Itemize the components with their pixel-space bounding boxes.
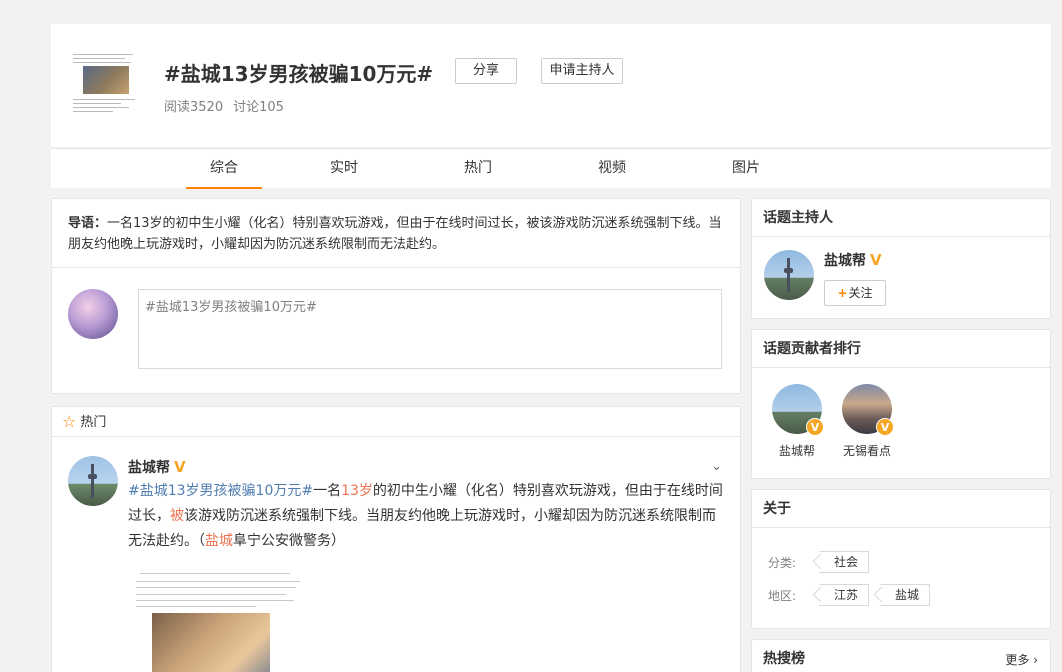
- apply-host-button[interactable]: 申请主持人: [541, 58, 623, 84]
- read-count: 阅读3520: [164, 100, 224, 115]
- post-highlight: 13岁: [341, 483, 373, 499]
- plus-icon: +: [837, 286, 848, 300]
- post-image[interactable]: [132, 567, 312, 672]
- feed-section-label: 热门: [80, 415, 107, 430]
- tab-comprehensive[interactable]: 综合: [186, 149, 262, 189]
- post-highlight: 盐城: [205, 533, 233, 549]
- host-avatar[interactable]: [764, 250, 814, 300]
- topic-tabs: 综合 实时 热门 视频 图片: [51, 148, 1051, 189]
- topic-thumbnail: [69, 49, 141, 121]
- tab-video[interactable]: 视频: [574, 149, 650, 189]
- category-label: 分类:: [768, 556, 797, 570]
- more-label[interactable]: 更多: [1005, 653, 1029, 667]
- post-text-segment: 一名: [313, 483, 342, 499]
- ranking-card-title: 话题贡献者排行: [752, 330, 1050, 368]
- verified-icon: V: [870, 251, 882, 269]
- topic-title: #盐城13岁男孩被骗10万元#: [164, 62, 434, 86]
- host-name-label[interactable]: 盐城帮: [824, 253, 866, 269]
- region-tag[interactable]: 盐城: [880, 584, 931, 606]
- user-avatar[interactable]: [68, 289, 118, 339]
- topic-guide: 导语：一名13岁的初中生小耀（化名）特别喜欢玩游戏，但由于在线时间过长，被该游戏…: [51, 198, 741, 268]
- tab-hot[interactable]: 热门: [440, 149, 516, 189]
- tab-images[interactable]: 图片: [708, 149, 784, 189]
- region-tag[interactable]: 江苏: [819, 584, 870, 606]
- chevron-down-icon[interactable]: ⌄: [711, 459, 722, 474]
- follow-button[interactable]: +关注: [824, 280, 886, 306]
- topic-host-card: 话题主持人 盐城帮 V +关注: [751, 198, 1051, 319]
- composer-input[interactable]: #盐城13岁男孩被骗10万元#: [138, 289, 722, 369]
- post-text: #盐城13岁男孩被骗10万元#一名13岁的初中生小耀（化名）特别喜欢玩游戏，但由…: [128, 479, 728, 554]
- contributor-item[interactable]: V 无锡看点: [827, 384, 907, 459]
- discussion-count: 讨论105: [233, 100, 284, 115]
- more-link[interactable]: 更多 ›: [1005, 651, 1038, 668]
- contributor-name[interactable]: 无锡看点: [827, 442, 907, 459]
- post-author-name[interactable]: 盐城帮 V: [128, 457, 186, 477]
- feed-header: ☆ 热门: [52, 407, 740, 437]
- category-tag[interactable]: 社会: [819, 551, 870, 573]
- post-hashtag-link[interactable]: #盐城13岁男孩被骗10万元#: [128, 483, 313, 499]
- guide-text: 一名13岁的初中生小耀（化名）特别喜欢玩游戏，但由于在线时间过长，被该游戏防沉迷…: [68, 216, 722, 252]
- post-highlight: 被: [170, 508, 184, 524]
- hot-feed: ☆ 热门 盐城帮 V ⌄ #盐城13岁男孩被骗10万元#一名13岁的初中生小耀（化名…: [51, 406, 741, 672]
- topic-stats: 阅读3520 讨论105: [164, 96, 284, 115]
- contributor-ranking-card: 话题贡献者排行 V 盐城帮 V 无锡看点: [751, 329, 1051, 479]
- verified-icon: V: [876, 418, 894, 436]
- verified-icon: V: [806, 418, 824, 436]
- about-card: 关于 分类: 社会 地区: 江苏 盐城: [751, 489, 1051, 629]
- star-icon: ☆: [62, 412, 77, 431]
- topic-header: #盐城13岁男孩被骗10万元# 分享 申请主持人 阅读3520 讨论105: [51, 24, 1051, 147]
- post-text-segment: 阜宁公安微警务）: [233, 533, 345, 549]
- chevron-right-icon: ›: [1033, 653, 1038, 667]
- hot-search-card: 热搜榜 更多 ›: [751, 639, 1051, 672]
- contributor-avatar[interactable]: V: [772, 384, 824, 436]
- region-label: 地区:: [768, 589, 797, 603]
- follow-label: 关注: [848, 286, 873, 300]
- share-button[interactable]: 分享: [455, 58, 517, 84]
- tab-realtime[interactable]: 实时: [306, 149, 382, 189]
- post-author-avatar[interactable]: [68, 456, 118, 506]
- about-card-title: 关于: [752, 490, 1050, 528]
- contributor-avatar[interactable]: V: [842, 384, 894, 436]
- contributor-item[interactable]: V 盐城帮: [757, 384, 837, 459]
- host-name[interactable]: 盐城帮 V: [824, 250, 882, 270]
- host-card-title: 话题主持人: [752, 199, 1050, 237]
- verified-icon: V: [174, 458, 186, 476]
- guide-label: 导语：: [68, 216, 108, 231]
- post-composer: #盐城13岁男孩被骗10万元#: [51, 268, 741, 394]
- contributor-name[interactable]: 盐城帮: [757, 442, 837, 459]
- post-author-label[interactable]: 盐城帮: [128, 460, 170, 476]
